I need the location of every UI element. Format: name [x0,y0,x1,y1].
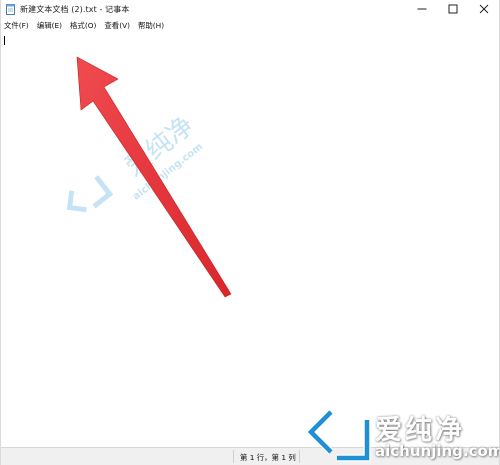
menu-edit[interactable]: 编辑(E) [37,20,62,31]
notepad-icon [5,3,16,15]
notepad-window: 新建文本文档 (2).txt - 记事本 文件(F) 编辑(E) 格式(O) 查… [0,0,500,465]
brand-logo-icon [306,409,371,462]
menu-view[interactable]: 查看(V) [104,20,130,31]
status-separator [233,450,234,463]
window-controls [406,0,499,18]
minimize-icon [417,8,426,10]
vertical-scrollbar[interactable] [484,32,499,446]
status-separator [299,450,300,463]
menu-file[interactable]: 文件(F) [4,20,29,31]
menu-bar: 文件(F) 编辑(E) 格式(O) 查看(V) 帮助(H) [1,18,499,32]
cursor-position: 第 1 行，第 1 列 [240,453,296,462]
minimize-button[interactable] [406,0,437,18]
window-title: 新建文本文档 (2).txt - 记事本 [20,4,130,14]
watermark-center: 爱纯净 aichunjing.com [61,111,221,240]
brand-name-en: aichunjing.com [375,442,500,460]
maximize-button[interactable] [437,0,468,18]
text-caret [4,36,5,45]
title-bar[interactable]: 新建文本文档 (2).txt - 记事本 [1,0,499,18]
watermark-logo: 爱纯净 aichunjing.com [301,404,500,465]
close-icon [479,4,488,14]
watermark-logo-icon [66,175,114,213]
maximize-icon [448,4,457,14]
close-button[interactable] [468,0,499,18]
menu-format[interactable]: 格式(O) [70,20,96,31]
menu-help[interactable]: 帮助(H) [138,20,164,31]
